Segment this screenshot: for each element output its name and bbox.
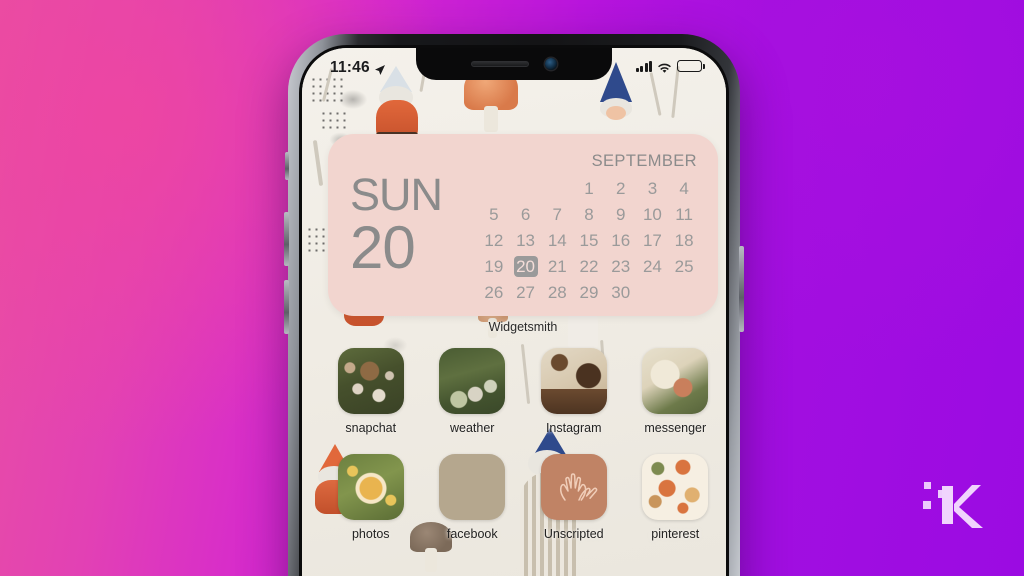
pinterest-app-icon[interactable]: [642, 454, 709, 520]
app-photos[interactable]: photos: [320, 454, 422, 541]
calendar-cell: 30: [611, 282, 631, 302]
app-weather[interactable]: weather: [422, 348, 524, 435]
calendar-widget[interactable]: SUN 20 SEPTEMBER ...12345678910111213141…: [328, 134, 718, 316]
status-bar-left: 11:46: [330, 59, 386, 77]
app-label: Unscripted: [543, 527, 604, 541]
calendar-cell: 1: [584, 178, 594, 198]
app-label: messenger: [644, 421, 707, 435]
knowtechie-logo: [910, 468, 986, 542]
calendar-cell: 22: [579, 256, 599, 276]
calendar-cell: 3: [647, 178, 658, 198]
calendar-cell: 10: [642, 204, 662, 224]
status-bar-right: [635, 60, 705, 73]
notch: [416, 48, 612, 80]
phone-screen: 11:46 SUN 20 SEPTEMBER 1 2 3 4 5 6 7 8 9…: [302, 48, 726, 576]
calendar-cell: 2: [615, 178, 626, 198]
app-instagram[interactable]: Instagram: [523, 348, 625, 435]
calendar-cell: 9: [615, 204, 626, 224]
calendar-cell: 4: [679, 178, 689, 198]
unscripted-app-icon[interactable]: [540, 454, 607, 520]
widget-app-name: Widgetsmith: [488, 320, 558, 334]
calendar-cell-empty: .: [478, 178, 510, 199]
weather-app-icon[interactable]: [439, 348, 506, 414]
calendar-cell: 13: [516, 230, 536, 250]
instagram-app-icon[interactable]: [540, 348, 607, 414]
app-facebook[interactable]: facebook: [422, 454, 524, 541]
messenger-app-icon[interactable]: [642, 348, 709, 414]
widget-day-number: 20: [350, 213, 416, 281]
earpiece-speaker-icon: [471, 60, 529, 67]
cellular-signal-icon: [635, 60, 652, 72]
app-label: weather: [450, 421, 495, 435]
calendar-cell: 11: [675, 204, 693, 224]
app-label: photos: [351, 527, 390, 541]
app-row-1: snapchat weather Instagram messenger: [320, 348, 726, 435]
calendar-cell: 24: [642, 256, 662, 276]
widget-month-block: SEPTEMBER ...123456789101112131415161718…: [478, 148, 700, 303]
calendar-cell: 8: [584, 204, 594, 224]
calendar-cell: 15: [579, 230, 599, 250]
app-label: snapchat: [345, 421, 397, 435]
calendar-cell: 25: [674, 256, 694, 276]
screenshot-stage: 11:46 SUN 20 SEPTEMBER 1 2 3 4 5 6 7 8 9…: [0, 0, 1024, 576]
wallpaper-dots: [306, 226, 330, 256]
phone-device: 11:46 SUN 20 SEPTEMBER 1 2 3 4 5 6 7 8 9…: [284, 34, 744, 576]
mute-switch-button[interactable]: [285, 152, 289, 180]
wifi-icon: [657, 61, 672, 73]
front-camera-icon: [545, 57, 557, 70]
app-row-2: photos facebook Unscripted pinterest: [320, 454, 726, 541]
calendar-cell: 19: [484, 256, 504, 276]
calendar-cell: 26: [484, 282, 504, 302]
calendar-cell: 28: [547, 282, 567, 302]
volume-down-button[interactable]: [284, 280, 289, 334]
phone-bezel: 11:46 SUN 20 SEPTEMBER 1 2 3 4 5 6 7 8 9…: [299, 45, 729, 576]
widget-day-of-week: SUN: [350, 168, 443, 220]
wallpaper-dots: [320, 110, 346, 132]
calendar-cell-empty: .: [541, 178, 573, 199]
app-pinterest[interactable]: pinterest: [625, 454, 727, 541]
calendar-cell: 27: [516, 282, 536, 302]
photos-app-icon[interactable]: [337, 454, 404, 520]
app-messenger[interactable]: messenger: [625, 348, 727, 435]
calendar-cell-empty: .: [510, 178, 542, 199]
wallpaper-twig: [312, 139, 324, 187]
app-label: Instagram: [545, 421, 602, 435]
calendar-cell: 12: [484, 230, 504, 250]
location-arrow-icon: [374, 63, 386, 75]
calendar-grid: ...1234567891011121314151617181920212223…: [478, 178, 700, 303]
calendar-cell: 21: [547, 256, 567, 276]
power-button[interactable]: [739, 246, 744, 332]
app-snapchat[interactable]: snapchat: [320, 348, 422, 435]
status-bar-time: 11:46: [330, 59, 370, 76]
calendar-cell: 14: [547, 230, 567, 250]
calendar-cell: 29: [579, 282, 599, 302]
calendar-cell: 6: [520, 204, 531, 224]
calendar-cell: 5: [489, 204, 499, 224]
facebook-app-icon[interactable]: [439, 454, 506, 520]
calendar-cell: 23: [611, 256, 631, 276]
battery-icon: [677, 60, 705, 72]
app-unscripted[interactable]: Unscripted: [523, 454, 625, 541]
app-label: pinterest: [651, 527, 700, 541]
widget-date-block: SUN 20: [350, 168, 478, 281]
calendar-cell: 18: [674, 230, 694, 250]
widget-month-label: SEPTEMBER: [591, 151, 697, 170]
calendar-cell-today: 20: [513, 255, 538, 277]
app-label: facebook: [446, 527, 498, 541]
calendar-cell: 7: [552, 204, 563, 224]
calendar-cell: 17: [642, 230, 662, 250]
snapchat-app-icon[interactable]: [337, 348, 404, 414]
calendar-cell: 16: [611, 230, 631, 250]
volume-up-button[interactable]: [284, 212, 289, 266]
